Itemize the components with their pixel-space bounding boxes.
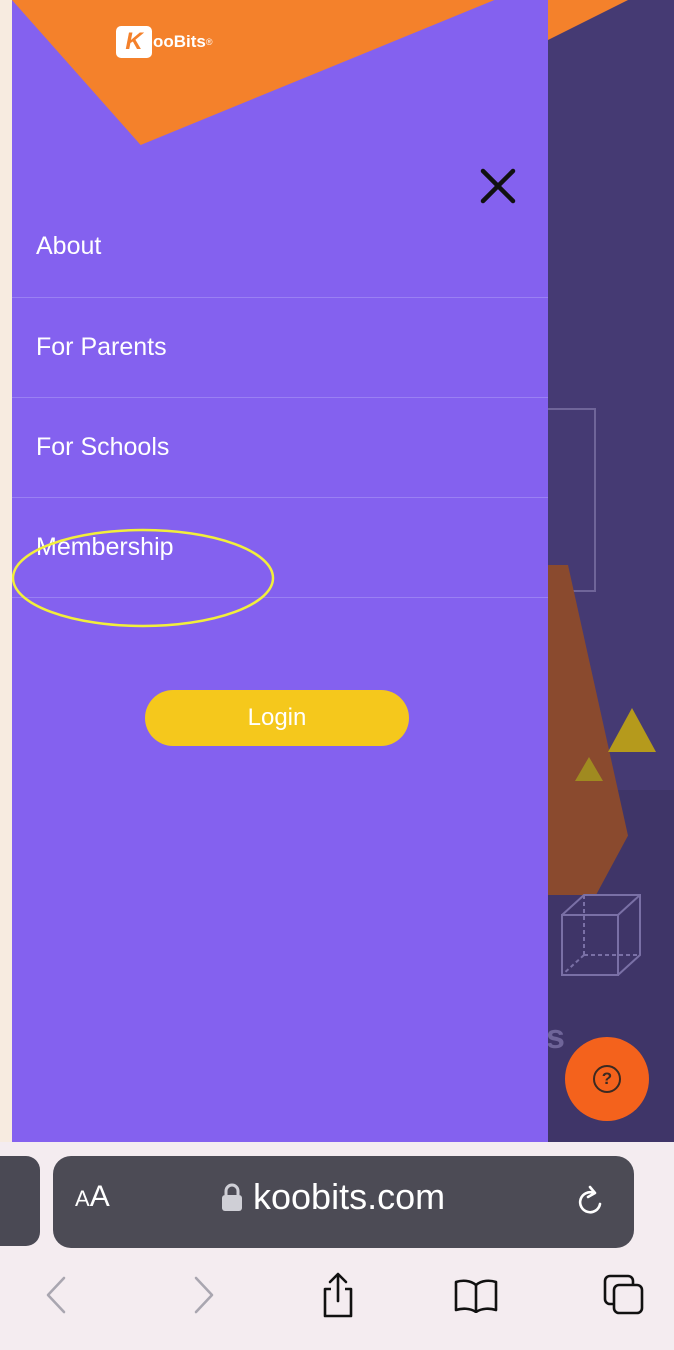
annotation-circle (12, 528, 275, 628)
side-menu: K ooBits ® About For Parents For Schools … (12, 0, 548, 1142)
url-display[interactable]: koobits.com (221, 1176, 445, 1218)
aa-large: A (89, 1180, 110, 1213)
tabs-icon (603, 1274, 644, 1315)
bg-heading-fragment: s (548, 1018, 565, 1056)
back-icon (46, 1276, 66, 1314)
logo-mark: K (116, 26, 152, 58)
menu-orange-header-shape (12, 0, 495, 145)
aa-small: A (75, 1186, 90, 1211)
logo-registered-mark: ® (205, 37, 213, 47)
question-icon: ? (593, 1065, 621, 1093)
text-size-button[interactable]: AA (75, 1180, 110, 1214)
logo-text: ooBits (153, 32, 206, 51)
lock-icon (222, 1183, 242, 1211)
bookmarks-button[interactable] (452, 1270, 500, 1320)
tabs-button[interactable] (598, 1270, 650, 1320)
background-page: s (548, 0, 674, 1142)
bg-triangle-large (608, 708, 656, 752)
reload-icon[interactable] (573, 1182, 609, 1222)
bookmarks-icon (454, 1279, 498, 1313)
share-icon (323, 1272, 353, 1318)
bg-cube-outline (561, 894, 641, 976)
menu-item-for-parents[interactable]: For Parents (12, 298, 548, 398)
menu-item-about[interactable]: About (12, 196, 548, 298)
bg-rectangle-outline (548, 408, 596, 592)
menu-item-for-schools[interactable]: For Schools (12, 398, 548, 498)
login-button[interactable]: Login (145, 690, 409, 746)
previous-tab-preview[interactable] (0, 1156, 40, 1246)
address-bar[interactable]: AA koobits.com (53, 1156, 634, 1248)
browser-toolbar: AA koobits.com (0, 1142, 674, 1350)
forward-icon (194, 1276, 214, 1314)
bg-orange-corner (548, 0, 628, 40)
share-button[interactable] (318, 1270, 358, 1320)
back-button[interactable] (40, 1270, 72, 1320)
url-text: koobits.com (253, 1176, 446, 1217)
help-button[interactable]: ? (565, 1037, 649, 1121)
bg-triangle-small (575, 757, 603, 781)
forward-button[interactable] (188, 1270, 220, 1320)
koobits-logo[interactable]: K ooBits ® (116, 26, 213, 58)
